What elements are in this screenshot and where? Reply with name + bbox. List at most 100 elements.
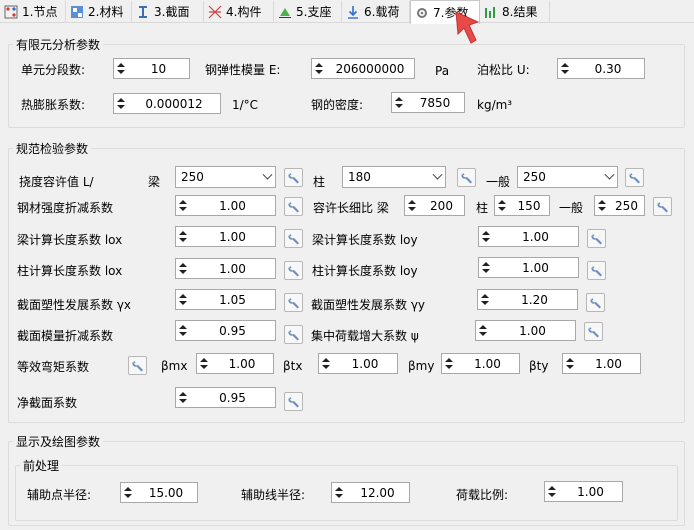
wrench-button[interactable] xyxy=(284,229,303,248)
tab-label: 1.节点 xyxy=(22,5,58,19)
spin-arrows-icon[interactable] xyxy=(478,290,492,309)
moment-label: 等效弯矩系数 xyxy=(17,360,90,374)
spin-value: 0.95 xyxy=(219,390,246,405)
tab-result[interactable]: 8.结果 xyxy=(480,1,550,22)
spin-arrows-icon[interactable] xyxy=(319,354,333,373)
tab-section[interactable]: 3.截面 xyxy=(132,1,204,22)
spin-arrows-icon[interactable] xyxy=(563,354,577,373)
spin-arrows-icon[interactable] xyxy=(176,290,190,309)
spin-arrows-icon[interactable] xyxy=(558,59,572,78)
beam-lox-spinbox[interactable]: 1.00 xyxy=(175,226,276,247)
wrench-button[interactable] xyxy=(587,229,606,248)
wrench-button[interactable] xyxy=(284,325,303,344)
bty-spinbox[interactable]: 1.00 xyxy=(562,353,641,374)
spin-arrows-icon[interactable] xyxy=(332,483,346,502)
wrench-icon xyxy=(288,330,299,341)
tab-label: 5.支座 xyxy=(296,5,332,19)
bmy-spinbox[interactable]: 1.00 xyxy=(441,353,520,374)
aux-line-spinbox[interactable]: 12.00 xyxy=(331,482,410,503)
wrench-icon xyxy=(591,266,602,277)
tab-load[interactable]: 6.载荷 xyxy=(342,1,410,22)
spin-arrows-icon[interactable] xyxy=(176,321,190,340)
spin-arrows-icon[interactable] xyxy=(197,354,211,373)
spin-arrows-icon[interactable] xyxy=(312,59,326,78)
spin-arrows-icon[interactable] xyxy=(545,482,559,501)
spin-arrows-icon[interactable] xyxy=(479,258,493,277)
tab-material[interactable]: 2.材料 xyxy=(66,1,132,22)
chevron-down-icon[interactable] xyxy=(259,167,275,187)
wrench-icon xyxy=(288,202,299,213)
deflection-beam-select[interactable]: 250 xyxy=(175,166,276,188)
spin-arrows-icon[interactable] xyxy=(176,388,190,407)
wrench-button[interactable] xyxy=(586,293,605,312)
spin-arrows-icon[interactable] xyxy=(176,196,190,215)
slender-general-spinbox[interactable]: 250 xyxy=(594,195,645,216)
slender-column-spinbox[interactable]: 150 xyxy=(494,195,550,216)
plastic-x-spinbox[interactable]: 1.05 xyxy=(175,289,276,310)
spin-value: 1.00 xyxy=(595,356,622,371)
thermal-label: 热膨胀系数: xyxy=(21,98,86,112)
deflection-column-select[interactable]: 180 xyxy=(342,166,446,188)
tab-label: 4.构件 xyxy=(226,5,262,19)
spin-arrows-icon[interactable] xyxy=(176,259,190,278)
density-spinbox[interactable]: 7850 xyxy=(391,92,465,113)
net-section-spinbox[interactable]: 0.95 xyxy=(175,387,276,408)
spin-value: 1.00 xyxy=(522,229,549,244)
spin-arrows-icon[interactable] xyxy=(495,196,509,215)
wrench-button[interactable] xyxy=(284,293,303,312)
poisson-spinbox[interactable]: 0.30 xyxy=(557,58,645,79)
wrench-button[interactable] xyxy=(625,168,644,187)
slender-column-label: 柱 xyxy=(476,201,489,215)
spin-arrows-icon[interactable] xyxy=(121,483,135,502)
concentrated-load-spinbox[interactable]: 1.00 xyxy=(475,320,576,341)
wrench-button[interactable] xyxy=(284,197,303,216)
bmx-spinbox[interactable]: 1.00 xyxy=(196,353,274,374)
wrench-button[interactable] xyxy=(284,168,303,187)
tab-support[interactable]: 5.支座 xyxy=(274,1,342,22)
spin-arrows-icon[interactable] xyxy=(405,196,419,215)
wrench-button[interactable] xyxy=(653,197,672,216)
strength-spinbox[interactable]: 1.00 xyxy=(175,195,276,216)
density-label: 钢的密度: xyxy=(311,98,364,112)
spin-value: 1.00 xyxy=(351,356,379,371)
beam-loy-spinbox[interactable]: 1.00 xyxy=(478,226,579,247)
spin-arrows-icon[interactable] xyxy=(442,354,456,373)
modulus-reduction-spinbox[interactable]: 0.95 xyxy=(175,320,276,341)
tab-member[interactable]: 4.构件 xyxy=(204,1,274,22)
group-title: 有限元分析参数 xyxy=(13,36,104,53)
segments-spinbox[interactable]: 10 xyxy=(113,58,190,79)
pointer-cursor-icon xyxy=(455,11,480,44)
plastic-y-spinbox[interactable]: 1.20 xyxy=(477,289,578,310)
slender-beam-spinbox[interactable]: 200 xyxy=(404,195,465,216)
spin-arrows-icon[interactable] xyxy=(476,321,490,340)
spin-value: 7850 xyxy=(419,95,451,110)
concentrated-load-label: 集中荷载增大系数 ψ xyxy=(311,329,419,343)
result-icon xyxy=(484,5,498,19)
spin-arrows-icon[interactable] xyxy=(595,196,609,215)
column-lox-spinbox[interactable]: 1.00 xyxy=(175,258,276,279)
btx-spinbox[interactable]: 1.00 xyxy=(318,353,398,374)
spin-arrows-icon[interactable] xyxy=(479,227,493,246)
tab-nodes[interactable]: 1.节点 xyxy=(0,1,66,22)
spin-arrows-icon[interactable] xyxy=(392,93,406,112)
wrench-button[interactable] xyxy=(284,392,303,411)
chevron-down-icon[interactable] xyxy=(601,167,617,187)
load-scale-spinbox[interactable]: 1.00 xyxy=(544,481,623,502)
wrench-button[interactable] xyxy=(128,356,147,375)
column-lox-label: 柱计算长度系数 lox xyxy=(17,264,123,278)
spin-arrows-icon[interactable] xyxy=(114,94,128,113)
wrench-button[interactable] xyxy=(587,261,606,280)
wrench-button[interactable] xyxy=(457,168,476,187)
spin-arrows-icon[interactable] xyxy=(114,59,128,78)
wrench-button[interactable] xyxy=(284,261,303,280)
deflection-general-select[interactable]: 250 xyxy=(517,166,618,188)
spin-arrows-icon[interactable] xyxy=(176,227,190,246)
select-value: 250 xyxy=(523,170,546,184)
column-loy-spinbox[interactable]: 1.00 xyxy=(478,257,579,278)
thermal-spinbox[interactable]: 0.000012 xyxy=(113,93,221,114)
thermal-unit: 1/°C xyxy=(232,98,259,112)
wrench-button[interactable] xyxy=(584,322,603,341)
chevron-down-icon[interactable] xyxy=(429,167,445,187)
modulus-spinbox[interactable]: 206000000 xyxy=(311,58,415,79)
aux-point-spinbox[interactable]: 15.00 xyxy=(120,482,198,503)
